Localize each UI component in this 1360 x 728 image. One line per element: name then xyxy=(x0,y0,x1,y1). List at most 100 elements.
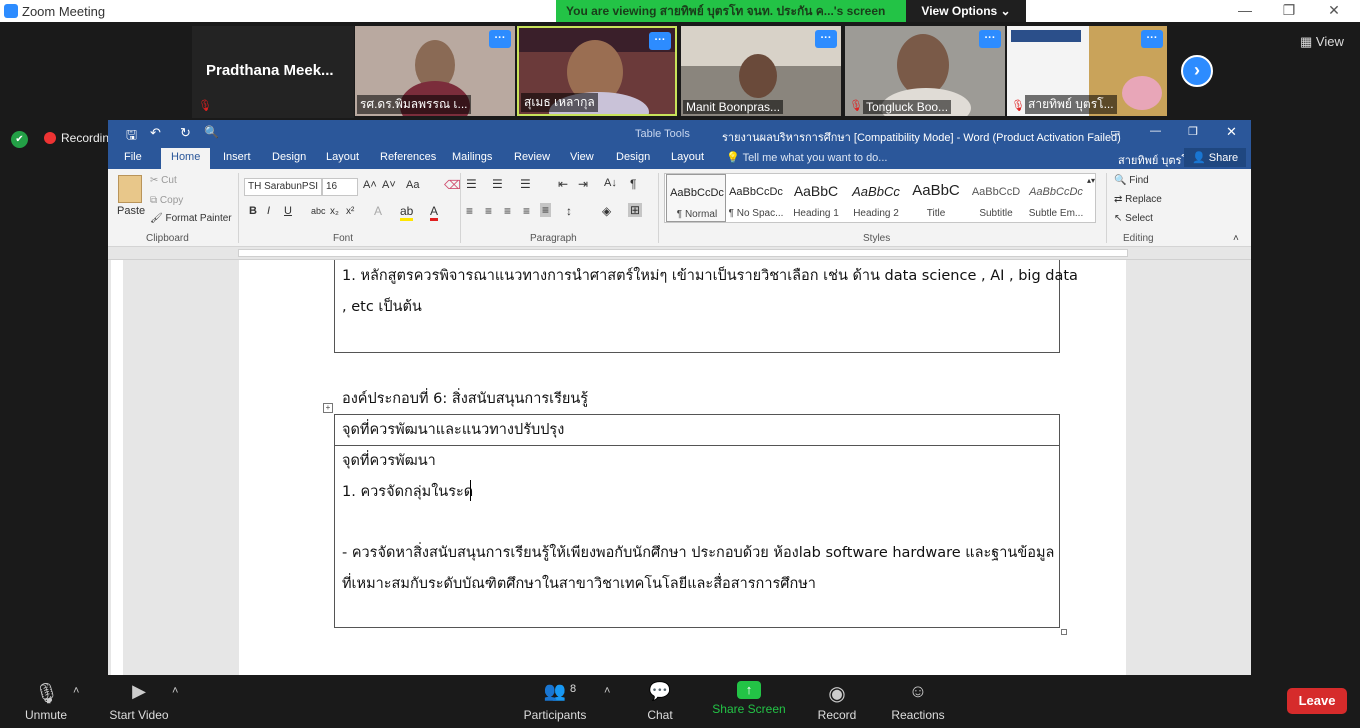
style-heading-2[interactable]: AaBbCc Heading 2 xyxy=(846,174,906,222)
leave-button[interactable]: Leave xyxy=(1287,688,1347,714)
share-screen-button[interactable]: ↑ Share Screen xyxy=(712,681,786,716)
bullets-icon[interactable]: ☰ xyxy=(466,177,477,191)
tab-review[interactable]: Review xyxy=(514,151,550,163)
start-video-button[interactable]: ▶ Start Video xyxy=(106,681,172,722)
undo-icon[interactable]: ↶ xyxy=(150,125,161,141)
video-tile-1[interactable]: ··· รศ.ดร.พิมลพรรณ เ... xyxy=(355,26,515,116)
audio-options-chevron-icon[interactable]: ˄ xyxy=(73,685,79,697)
save-icon[interactable]: 🖫 xyxy=(126,126,137,148)
style-subtitle[interactable]: AaBbCcD Subtitle xyxy=(966,174,1026,222)
sort-icon[interactable]: A↓ xyxy=(604,177,617,189)
clear-formatting-icon[interactable]: ⌫ xyxy=(444,178,461,192)
table-resize-handle[interactable] xyxy=(1061,629,1067,635)
highlight-icon[interactable]: ab xyxy=(400,204,414,221)
close-icon[interactable]: ✕ xyxy=(1324,2,1344,19)
tab-home[interactable]: Home xyxy=(161,148,211,169)
view-button[interactable]: ▦ View xyxy=(1300,34,1344,50)
increase-indent-icon[interactable]: ⇥ xyxy=(578,177,588,191)
more-options-icon[interactable]: ··· xyxy=(979,30,1001,48)
video-tile-5[interactable]: ··· 🎙 สายทิพย์ บุตรโ... xyxy=(1007,26,1167,116)
change-case-icon[interactable]: Aa xyxy=(406,179,419,191)
cut-button[interactable]: ✂ Cut xyxy=(150,175,177,186)
more-options-icon[interactable]: ··· xyxy=(815,30,837,48)
subscript-icon[interactable]: x₂ xyxy=(330,206,339,217)
participants-chevron-icon[interactable]: ˄ xyxy=(604,685,610,697)
replace-button[interactable]: ⇄ Replace xyxy=(1114,194,1162,205)
font-color-icon[interactable]: A xyxy=(430,204,439,221)
reactions-button[interactable]: ☺ Reactions xyxy=(890,681,946,722)
text-effects-icon[interactable]: A xyxy=(374,204,382,218)
minimize-icon[interactable]: — xyxy=(1235,2,1255,18)
decrease-indent-icon[interactable]: ⇤ xyxy=(558,177,568,191)
bold-icon[interactable]: B xyxy=(249,205,257,217)
next-page-button[interactable]: › xyxy=(1181,55,1213,87)
justify-icon[interactable]: ≡ xyxy=(523,204,530,218)
print-preview-icon[interactable]: 🔍 xyxy=(204,125,219,139)
share-button[interactable]: 👤 Share xyxy=(1184,148,1247,167)
maximize-icon[interactable]: ❐ xyxy=(1279,2,1299,19)
collapse-ribbon-icon[interactable]: ˄ xyxy=(1233,233,1239,244)
more-options-icon[interactable]: ··· xyxy=(1141,30,1163,48)
tab-table-design[interactable]: Design xyxy=(616,151,650,163)
borders-icon[interactable]: ⊞ xyxy=(628,203,643,217)
table-6[interactable] xyxy=(334,414,1060,628)
tab-references[interactable]: References xyxy=(380,151,436,163)
multilevel-list-icon[interactable]: ☰ xyxy=(520,177,531,191)
copy-button[interactable]: ⧉ Copy xyxy=(150,195,183,206)
document-page[interactable]: 1. หลักสูตรควรพิจารณาแนวทางการนำศาสตร์ให… xyxy=(239,260,1126,675)
view-options-button[interactable]: View Options ⌄ xyxy=(906,0,1026,22)
shrink-font-icon[interactable]: A˅ xyxy=(382,179,396,191)
align-center-icon[interactable]: ≡ xyxy=(485,204,492,218)
show-marks-icon[interactable]: ¶ xyxy=(630,177,636,191)
style-heading-1[interactable]: AaBbC Heading 1 xyxy=(786,174,846,222)
style-subtle-emphasis[interactable]: AaBbCcDc Subtle Em... xyxy=(1026,174,1086,222)
style-title[interactable]: AaBbC Title xyxy=(906,174,966,222)
tab-insert[interactable]: Insert xyxy=(223,151,251,163)
video-tile-3[interactable]: ··· Manit Boonpras... xyxy=(681,26,841,116)
participants-button[interactable]: 👥 Participants xyxy=(520,681,590,722)
horizontal-ruler[interactable] xyxy=(108,247,1251,260)
word-close-icon[interactable]: ✕ xyxy=(1226,124,1237,140)
font-name-select[interactable]: TH SarabunPSI xyxy=(244,178,322,196)
underline-icon[interactable]: U xyxy=(284,205,292,217)
table-move-handle-icon[interactable]: + xyxy=(323,403,333,413)
format-painter-button[interactable]: 🖌 Format Painter xyxy=(150,213,232,224)
redo-icon[interactable]: ↻ xyxy=(180,125,191,141)
ribbon-display-icon[interactable]: ▭ xyxy=(1110,126,1120,139)
paste-button[interactable]: Paste xyxy=(117,205,145,217)
style-no-spacing[interactable]: AaBbCcDc ¶ No Spac... xyxy=(726,174,786,222)
word-restore-icon[interactable]: ❐ xyxy=(1188,125,1198,138)
find-button[interactable]: 🔍 Find xyxy=(1114,175,1149,186)
style-normal[interactable]: AaBbCcDc ¶ Normal xyxy=(666,174,726,222)
align-left-icon[interactable]: ≡ xyxy=(466,204,473,218)
strikethrough-icon[interactable]: abc xyxy=(311,206,326,216)
tab-layout[interactable]: Layout xyxy=(326,151,359,163)
line-spacing-icon[interactable]: ↕ xyxy=(566,204,572,218)
unmute-button[interactable]: 🎙 Unmute xyxy=(18,681,74,722)
tab-design[interactable]: Design xyxy=(272,151,306,163)
active-speaker-tile[interactable]: Pradthana Meek... 🎙 xyxy=(192,26,354,118)
paste-icon[interactable] xyxy=(118,175,142,203)
font-size-select[interactable]: 16 xyxy=(322,178,358,196)
video-tile-4[interactable]: ··· 🎙 Tongluck Boo... xyxy=(845,26,1005,116)
tab-mailings[interactable]: Mailings xyxy=(452,151,492,163)
thai-distributed-icon[interactable]: ≡ xyxy=(540,203,552,217)
shading-icon[interactable]: ◈ xyxy=(602,204,611,218)
record-button[interactable]: ◉ Record xyxy=(814,681,860,722)
select-button[interactable]: ↖ Select xyxy=(1114,213,1153,224)
more-options-icon[interactable]: ··· xyxy=(649,32,671,50)
word-minimize-icon[interactable]: — xyxy=(1150,125,1161,137)
video-options-chevron-icon[interactable]: ˄ xyxy=(172,685,178,697)
tab-file[interactable]: File xyxy=(124,151,142,163)
tab-view[interactable]: View xyxy=(570,151,594,163)
superscript-icon[interactable]: x² xyxy=(346,206,354,217)
more-options-icon[interactable]: ··· xyxy=(489,30,511,48)
align-right-icon[interactable]: ≡ xyxy=(504,204,511,218)
styles-scroll-icon[interactable]: ▴▾ xyxy=(1087,176,1095,185)
tab-table-layout[interactable]: Layout xyxy=(671,151,704,163)
italic-icon[interactable]: I xyxy=(267,205,270,217)
grow-font-icon[interactable]: A˄ xyxy=(363,179,377,191)
vertical-ruler[interactable] xyxy=(111,260,123,675)
tell-me-search[interactable]: 💡 Tell me what you want to do... xyxy=(726,151,887,164)
video-tile-2[interactable]: ··· สุเมธ เหลากุล xyxy=(517,26,677,116)
